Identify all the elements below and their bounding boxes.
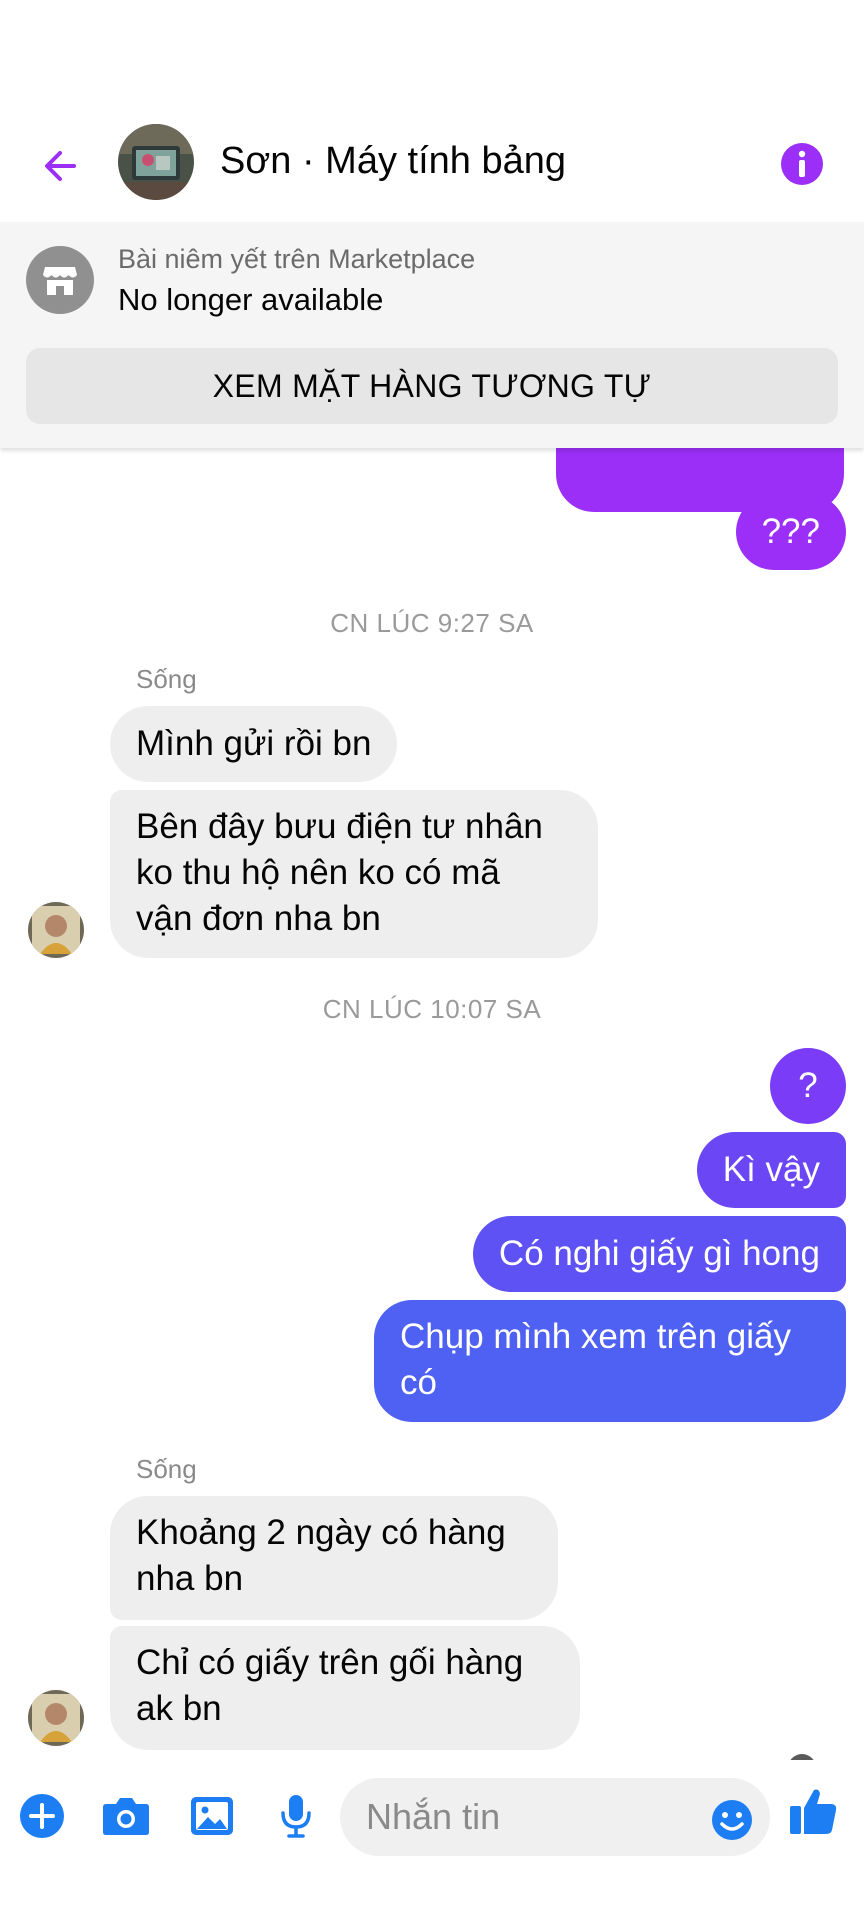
message-text: Mình gửi rồi bn [136, 724, 372, 763]
message-text-line: Chỉ có giấy trên gối hàng [136, 1643, 524, 1682]
message-bubble-outgoing[interactable]: ??? [735, 494, 846, 570]
timestamp: CN LÚC 10:07 SA [322, 994, 542, 1024]
message-bubble-outgoing[interactable]: Có nghi giấy gì hong [472, 1216, 846, 1292]
listing-status: No longer available [118, 282, 384, 317]
message-composer [0, 1760, 864, 1920]
conversation-title[interactable]: Sơn · Máy tính bảng [220, 140, 566, 183]
listing-avatar[interactable] [118, 124, 194, 200]
message-text-line: Bên đây bưu điện tư nhân [136, 807, 543, 846]
microphone-icon [281, 1795, 311, 1838]
status-bar [0, 0, 864, 110]
message-bubble-incoming[interactable]: Chỉ có giấy trên gối hàng ak bn [110, 1626, 580, 1750]
message-text-line: có [400, 1363, 437, 1402]
sender-avatar[interactable] [28, 1690, 84, 1746]
sender-avatar-image [28, 902, 84, 958]
message-text-line: Chụp mình xem trên giấy [400, 1317, 792, 1356]
message-text-line: ko thu hộ nên ko có mã [136, 853, 500, 892]
listing-thumbnail-image [118, 124, 194, 200]
thumbs-up-icon [790, 1789, 837, 1834]
sender-avatar[interactable] [28, 902, 84, 958]
gallery-icon [191, 1797, 233, 1835]
arrow-left-icon [45, 151, 76, 181]
sender-avatar-image [28, 1690, 84, 1746]
message-input[interactable] [340, 1778, 770, 1856]
message-list[interactable]: ??? CN LÚC 9:27 SA Sống Mình gửi rồi bn … [0, 448, 864, 1760]
message-bubble-outgoing[interactable]: Kì vậy [696, 1132, 846, 1208]
message-bubble-outgoing[interactable]: ? [770, 1048, 846, 1124]
gallery-button[interactable] [182, 1786, 242, 1846]
info-button[interactable] [778, 140, 826, 188]
store-icon [26, 246, 94, 314]
message-text-line: vận đơn nha bn [136, 899, 381, 938]
view-similar-items-button[interactable]: XEM MẶT HÀNG TƯƠNG TỰ [26, 348, 838, 424]
camera-icon [103, 1798, 149, 1835]
message-bubble-incoming[interactable]: Mình gửi rồi bn [110, 706, 398, 782]
message-text-line: Khoảng 2 ngày có hàng [136, 1513, 506, 1552]
more-actions-button[interactable] [12, 1786, 72, 1846]
conversation-header: Sơn · Máy tính bảng [0, 110, 864, 222]
message-text: ? [798, 1066, 818, 1105]
message-text-line: ak bn [136, 1689, 222, 1728]
back-button[interactable] [28, 134, 92, 198]
message-text: Có nghi giấy gì hong [498, 1234, 820, 1273]
emoji-button[interactable] [710, 1798, 754, 1842]
camera-button[interactable] [96, 1786, 156, 1846]
voice-message-button[interactable] [266, 1786, 326, 1846]
marketplace-listing-banner: Bài niêm yết trên Marketplace No longer … [0, 222, 864, 448]
message-text-line: nha bn [136, 1559, 244, 1598]
message-bubble-outgoing[interactable]: Chụp mình xem trên giấy có [374, 1300, 846, 1422]
like-button[interactable] [786, 1784, 846, 1844]
timestamp: CN LÚC 9:27 SA [330, 608, 534, 638]
sender-name: Sống [136, 1454, 197, 1484]
message-bubble-incoming[interactable]: Bên đây bưu điện tư nhân ko thu hộ nên k… [110, 790, 598, 958]
listing-source-label: Bài niêm yết trên Marketplace [118, 244, 476, 274]
emoji-icon [712, 1800, 752, 1840]
sender-name: Sống [136, 664, 197, 694]
info-icon [781, 143, 823, 185]
message-bubble-incoming[interactable]: Khoảng 2 ngày có hàng nha bn [110, 1496, 558, 1620]
plus-icon [20, 1794, 64, 1838]
message-text: ??? [761, 512, 820, 551]
message-text: Kì vậy [722, 1150, 820, 1189]
